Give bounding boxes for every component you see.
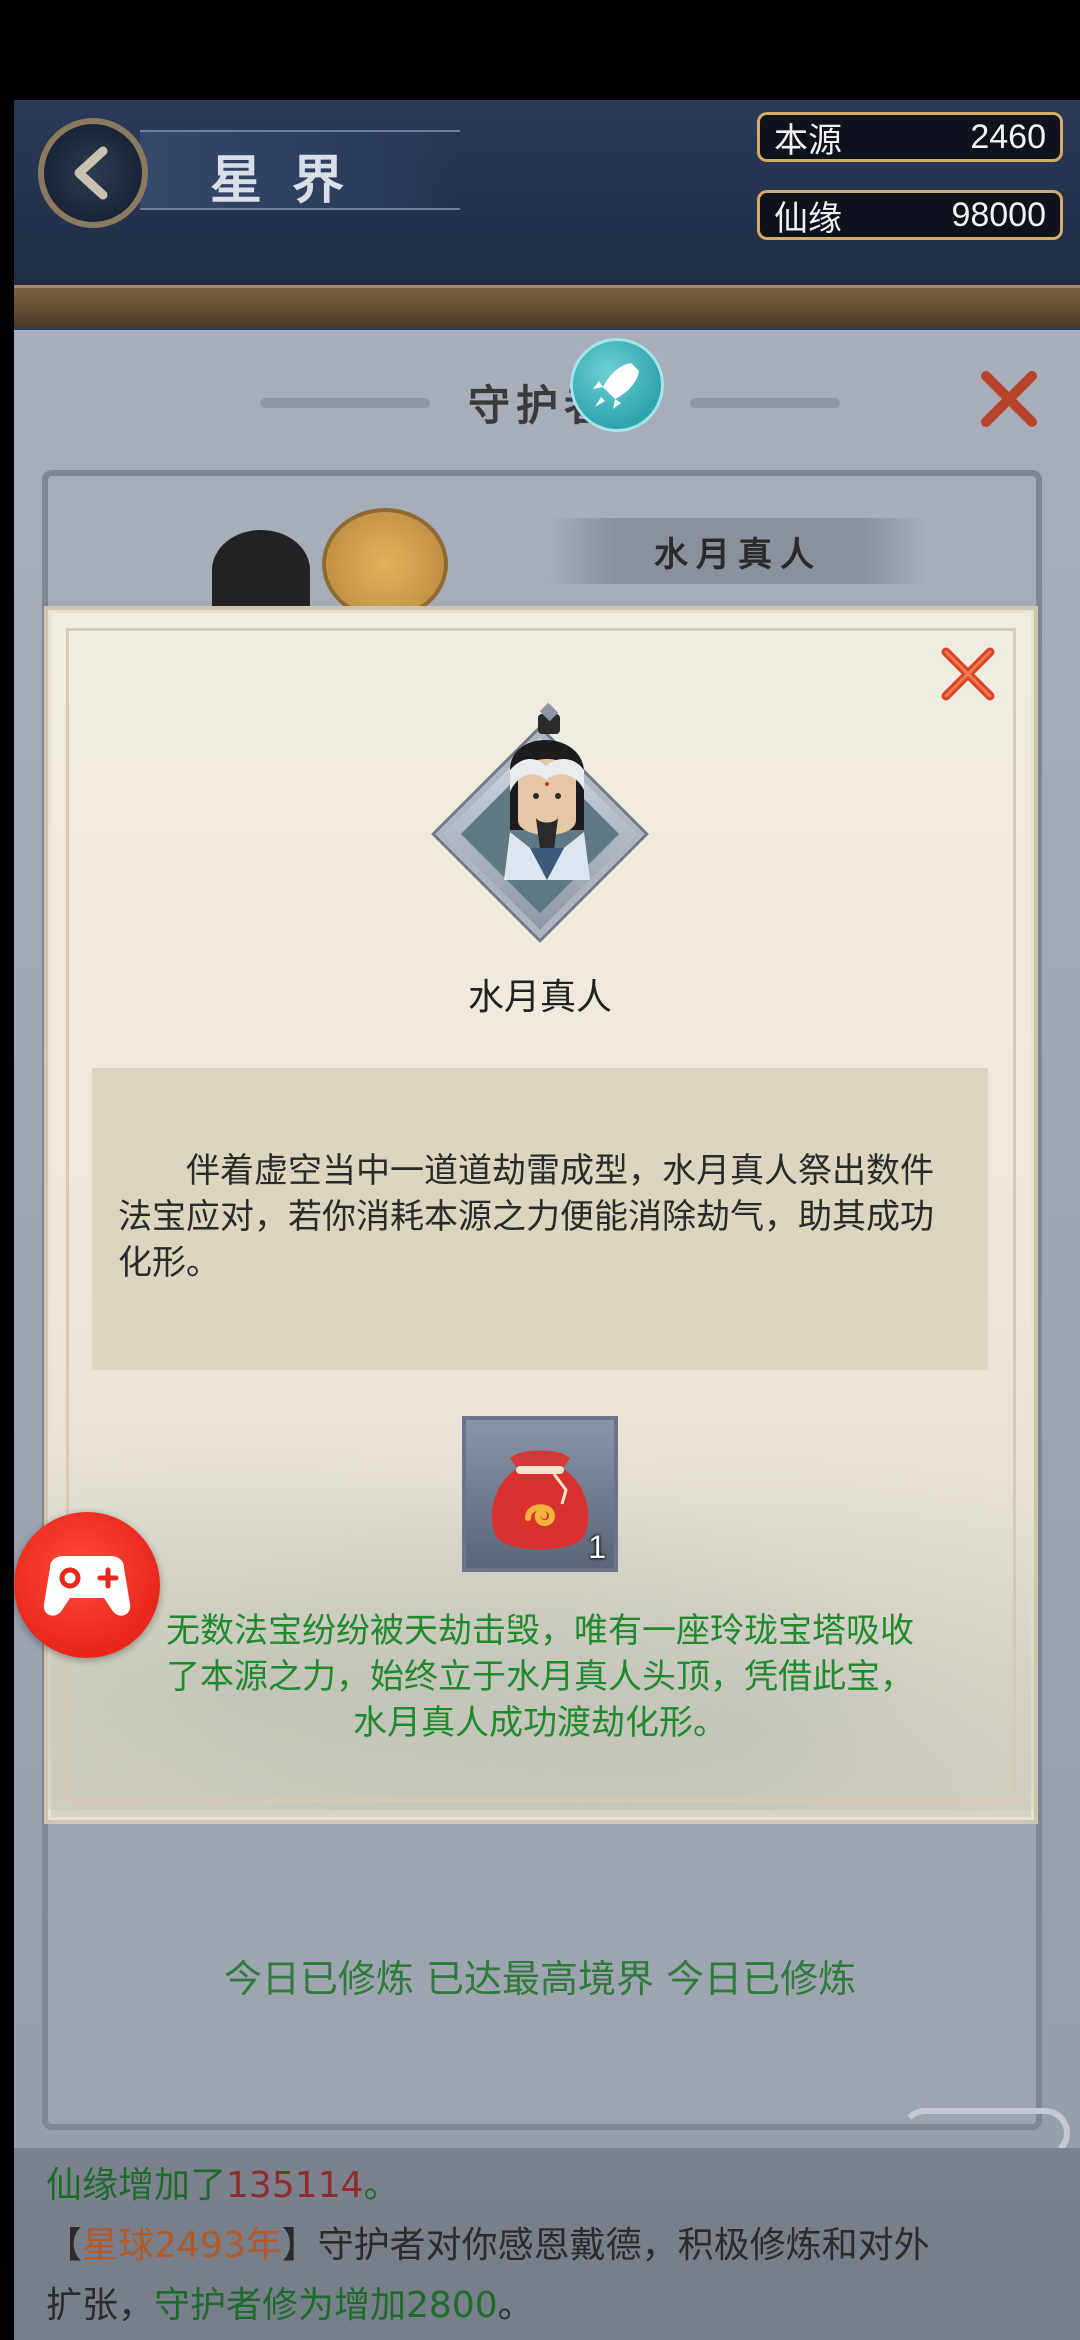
back-button[interactable] [38,118,148,228]
dialog-close-icon[interactable] [938,644,998,704]
game-screen: 星界 本源 2460 仙缘 98000 守护者 水月真人 今日已修炼 已达最高境… [0,0,1080,2340]
reward-item-slot[interactable]: 1 [462,1416,618,1572]
character-portrait [435,700,645,950]
sage-avatar-icon [504,702,590,880]
resource-xianyuan-label: 仙缘 [774,199,842,238]
resource-xianyuan-value: 98000 [951,195,1046,234]
chevron-left-icon [74,146,108,200]
log-text: 扩张， [46,2285,155,2326]
guardian-avatar-partial [212,530,310,610]
page-title: 星界 [210,150,375,211]
event-description-box: 伴着虚空当中一道道劫雷成型，水月真人祭出数件法宝应对，若你消耗本源之力便能消除劫… [92,1068,988,1370]
log-text: 。 [497,2285,534,2326]
title-deco-left [260,398,430,408]
character-name: 水月真人 [467,977,612,1018]
log-line: 【星球2493年】守护者对你感恩戴德，积极修炼和对外 [46,2216,1048,2276]
title-deco-right [690,398,840,408]
resource-benyuan-label: 本源 [774,121,842,160]
log-line: 扩张，守护者修为增加2800。 [46,2276,1048,2336]
panel-close-icon[interactable] [978,368,1040,430]
guardian-name-plaque: 水月真人 [548,518,928,584]
event-log: 仙缘增加了135114。 【星球2493年】守护者对你感恩戴德，积极修炼和对外 … [14,2148,1080,2340]
log-text: 守护者对你感恩戴德，积极修炼和对外 [317,2225,930,2266]
log-year-tag: 星球2493年 [82,2225,282,2266]
log-text: 仙缘增加了 [46,2165,227,2206]
resource-xianyuan: 仙缘 98000 [757,190,1063,240]
event-result-text: 无数法宝纷纷被天劫击毁，唯有一座玲珑宝塔吸收了本源之力，始终立于水月真人头顶，凭… [166,1611,914,1743]
event-description: 伴着虚空当中一道道劫雷成型，水月真人祭出数件法宝应对，若你消耗本源之力便能消除劫… [118,1151,934,1283]
resource-benyuan-value: 2460 [970,117,1046,156]
log-line: 仙缘增加了135114。 [46,2156,1048,2216]
log-highlight: 守护者修为增加2800 [154,2285,498,2326]
log-bracket: 【 [46,2225,83,2266]
log-bracket: 】 [281,2225,318,2266]
log-text: 。 [363,2165,400,2206]
status-bar-area [0,0,1080,100]
reward-item-count: 1 [588,1529,606,1565]
cultivation-status: 今日已修炼 已达最高境界 今日已修炼 [223,1957,857,2001]
resource-benyuan: 本源 2460 [757,112,1063,162]
scroll-icon[interactable] [322,508,448,620]
gamepad-icon [43,1556,131,1616]
top-bar-wood-trim [14,285,1080,327]
rocket-icon [593,363,639,409]
game-assistant-button[interactable] [14,1512,160,1658]
log-amount: 135114 [226,2165,364,2206]
rocket-button[interactable] [570,338,664,432]
